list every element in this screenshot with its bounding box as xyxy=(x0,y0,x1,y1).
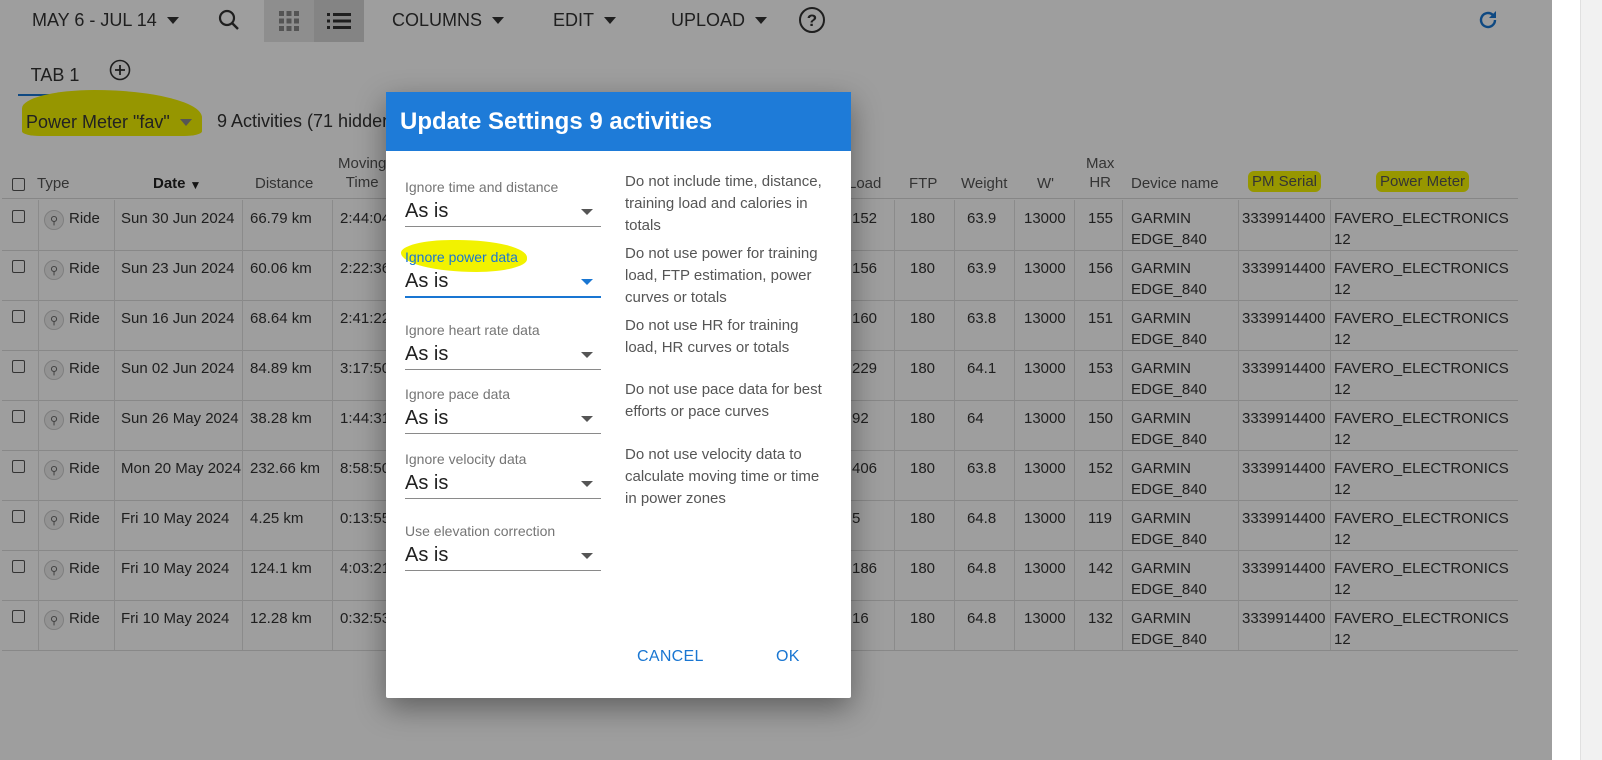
field-description: Do not use pace data for best efforts or… xyxy=(625,381,822,420)
field-value-text: As is xyxy=(405,343,449,365)
field-label: Use elevation correction xyxy=(405,523,556,539)
ignore-pace-select[interactable]: Ignore pace data As is xyxy=(405,385,601,434)
dropdown-arrow-icon xyxy=(581,352,593,358)
ignore-power-data-select[interactable]: Ignore power data As is xyxy=(401,240,601,298)
ok-button[interactable]: OK xyxy=(776,648,800,666)
field-description: Do not include time, distance, training … xyxy=(625,173,822,234)
field-label: Ignore heart rate data xyxy=(405,322,540,338)
dropdown-arrow-icon xyxy=(581,481,593,487)
dialog-title: Update Settings 9 activities xyxy=(386,92,851,151)
field-value[interactable]: As is xyxy=(405,339,601,370)
field-label: Ignore time and distance xyxy=(405,179,559,195)
field-value[interactable]: As is xyxy=(405,266,601,298)
chevron-down-icon xyxy=(179,118,192,126)
field-description: Do not use HR for training load, HR curv… xyxy=(625,317,799,356)
activities-app: MAY 6 - JUL 14 COLUMNS EDIT UPLOAD ? TAB… xyxy=(0,0,1602,760)
field-value-text: As is xyxy=(405,407,449,429)
saved-filter-dropdown[interactable]: Power Meter "fav" xyxy=(22,90,202,136)
dropdown-arrow-icon xyxy=(581,209,593,215)
field-value[interactable]: As is xyxy=(405,196,601,227)
field-description: Do not use velocity data to calculate mo… xyxy=(625,446,820,507)
field-description: Do not use power for training load, FTP … xyxy=(625,245,818,306)
dropdown-arrow-icon xyxy=(581,553,593,559)
filter-name: Power Meter "fav" xyxy=(26,111,170,132)
cancel-button[interactable]: CANCEL xyxy=(637,648,704,666)
field-value-text: As is xyxy=(405,544,449,566)
dropdown-arrow-icon xyxy=(581,279,593,285)
field-label: Ignore pace data xyxy=(405,386,511,402)
ignore-velocity-select[interactable]: Ignore velocity data As is xyxy=(405,450,601,499)
elevation-correction-select[interactable]: Use elevation correction As is xyxy=(405,522,601,571)
ignore-heart-rate-select[interactable]: Ignore heart rate data As is xyxy=(405,321,601,370)
field-value[interactable]: As is xyxy=(405,468,601,499)
field-value-text: As is xyxy=(405,200,449,222)
page-margin xyxy=(1552,0,1602,760)
field-value[interactable]: As is xyxy=(405,403,601,434)
dropdown-arrow-icon xyxy=(581,416,593,422)
field-label: Ignore power data xyxy=(401,240,601,272)
field-label: Ignore velocity data xyxy=(405,451,527,467)
field-value[interactable]: As is xyxy=(405,540,601,571)
field-value-text: As is xyxy=(405,270,449,292)
field-label-text: Ignore power data xyxy=(405,249,518,265)
scrollbar[interactable] xyxy=(1580,0,1602,760)
field-value-text: As is xyxy=(405,472,449,494)
ignore-time-distance-select[interactable]: Ignore time and distance As is xyxy=(405,178,601,227)
update-settings-dialog: Update Settings 9 activities Ignore time… xyxy=(386,92,851,698)
